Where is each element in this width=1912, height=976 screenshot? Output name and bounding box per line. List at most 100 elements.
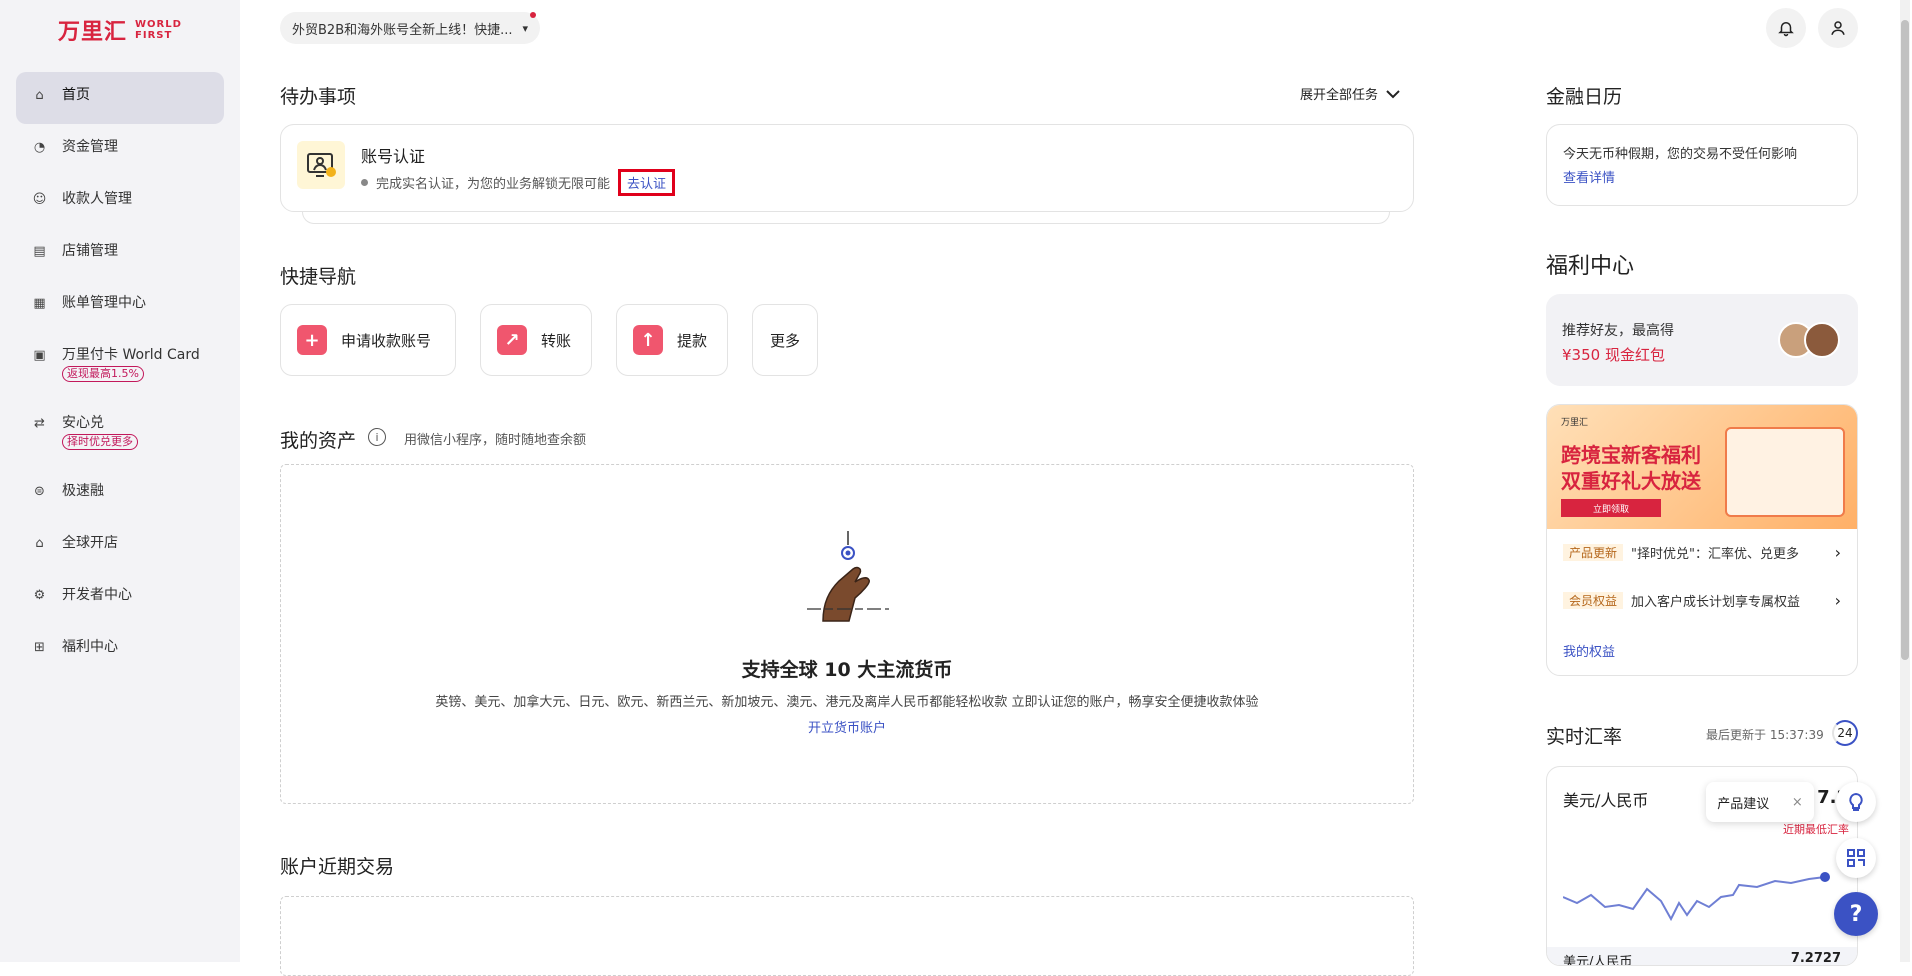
rate-low-note: 近期最低汇率 [1783,823,1849,836]
chevron-right-icon: › [1834,591,1841,610]
chevron-down-icon [1386,89,1400,98]
assets-empty-panel: 支持全球 10 大主流货币 英镑、美元、加拿大元、日元、欧元、新西兰元、新加坡元… [280,464,1414,804]
calendar-card: 今天无币种假期，您的交易不受任何影响 查看详情 [1546,124,1858,206]
close-icon[interactable]: × [1792,795,1803,810]
assets-hint: 用微信小程序，随时随地查余额 [404,433,587,448]
sidebar-item-payee[interactable]: ☺ 收款人管理 [16,176,224,228]
sidebar-item-global-shop[interactable]: ⌂ 全球开店 [16,520,224,572]
sidebar-item-label: 资金管理 [62,139,118,155]
avatar [1804,322,1840,358]
sidebar: 万里汇 WORLD FIRST ⌂ 首页 ◔ 资金管理 ☺ 收款人管理 ▤ 店铺… [0,0,240,962]
bullet-dot [361,179,368,186]
sidebar-item-label: 安心兑 [62,415,104,431]
suggestion-label: 产品建议 [1717,796,1770,812]
button-label: 更多 [769,331,800,350]
suggestion-popover[interactable]: 产品建议 × [1706,782,1814,822]
dev-icon: ⚙ [33,588,46,603]
sidebar-item-bill[interactable]: ▦ 账单管理中心 [16,280,224,332]
banner-brand: 万里汇 [1561,418,1589,428]
scrollbar-thumb[interactable] [1901,20,1909,660]
hand-coin-icon [807,531,889,622]
task-desc: 完成实名认证，为您的业务解锁无限可能 [376,177,611,192]
referral-card[interactable]: 推荐好友，最高得 ¥350 现金红包 [1546,294,1858,386]
expand-all-tasks[interactable]: 展开全部任务 [1300,84,1400,103]
assets-title: 我的资产 [280,430,357,452]
card-icon: ▣ [33,348,46,363]
info-icon[interactable]: i [368,428,386,446]
sidebar-item-label: 首页 [62,87,90,103]
storefront-illustration [1725,427,1845,517]
user-icon[interactable] [1818,8,1858,48]
rate-footer-pair: 美元/人民币 [1563,955,1633,966]
sidebar-nav: ⌂ 首页 ◔ 资金管理 ☺ 收款人管理 ▤ 店铺管理 ▦ 账单管理中心 ▣ 万里… [16,72,224,676]
chevron-right-icon: › [1834,543,1841,562]
rate-sparkline [1563,872,1830,922]
news-text: 加入客户成长计划享专属权益 [1631,595,1801,610]
sidebar-item-welfare[interactable]: ⊞ 福利中心 [16,624,224,676]
shop-icon: ⌂ [35,536,44,551]
refresh-countdown: 24 [1832,720,1858,746]
transfer-button[interactable]: ↗ 转账 [480,304,592,376]
button-label: 转账 [541,331,572,350]
sidebar-item-exchange[interactable]: ⇄ 安心兑 择时优兑更多 [16,400,224,468]
sidebar-item-label: 福利中心 [62,639,118,655]
promo-banner[interactable]: 万里汇 跨境宝新客福利 双重好礼大放送 立即领取 [1547,405,1857,529]
help-button[interactable]: ? [1834,892,1878,936]
sidebar-item-store[interactable]: ▤ 店铺管理 [16,228,224,280]
news-item[interactable]: 产品更新 "择时优兑"：汇率优、兑更多 › [1563,543,1841,562]
bill-icon: ▦ [33,296,46,311]
news-tag: 会员权益 [1563,592,1624,609]
brand-name-cn: 万里汇 [58,20,128,45]
bell-icon[interactable] [1766,8,1806,48]
recent-panel [280,896,1414,976]
rates-updated: 最后更新于 15:37:39 [1706,728,1824,742]
sidebar-item-label: 万里付卡 World Card [62,347,200,363]
news-item[interactable]: 会员权益 加入客户成长计划享专属权益 › [1563,591,1841,610]
transfer-icon: ↗ [497,325,527,355]
gift-icon: ⊞ [34,640,45,655]
avatar-group [1778,322,1840,358]
announcement-bar[interactable]: 外贸B2B和海外账号全新上线！快捷... ▾ [280,12,541,44]
verify-icon [297,141,345,189]
more-button[interactable]: 更多 [752,304,818,376]
sidebar-item-label: 开发者中心 [62,587,132,603]
news-tag: 产品更新 [1563,544,1624,561]
withdraw-button[interactable]: ↑ 提款 [616,304,728,376]
promo-badge: 择时优兑更多 [62,434,138,450]
person-icon: ☺ [32,192,47,207]
verify-link[interactable]: 去认证 [618,169,676,196]
brand-name-en: WORLD FIRST [135,19,182,41]
home-icon: ⌂ [35,88,44,103]
sidebar-item-fund[interactable]: ◔ 资金管理 [16,124,224,176]
fund-icon: ◔ [33,140,46,155]
empty-desc: 英镑、美元、加拿大元、日元、欧元、新西兰元、新加坡元、澳元、港元及离岸人民币都能… [435,695,1259,710]
welfare-news-card: 万里汇 跨境宝新客福利 双重好礼大放送 立即领取 产品更新 "择时优兑"：汇率优、… [1546,404,1858,676]
banner-line1: 跨境宝新客福利 [1561,443,1701,467]
sidebar-item-finance[interactable]: ⊜ 极速融 [16,468,224,520]
promo-badge: 返现最高1.5% [62,366,144,382]
qr-code-icon[interactable] [1836,838,1876,878]
sidebar-item-world-card[interactable]: ▣ 万里付卡 World Card 返现最高1.5% [16,332,224,400]
task-card: 账号认证 完成实名认证，为您的业务解锁无限可能 去认证 [280,124,1414,212]
sidebar-item-developer[interactable]: ⚙ 开发者中心 [16,572,224,624]
task-title: 账号认证 [361,147,426,166]
expand-label: 展开全部任务 [1300,88,1379,103]
withdraw-icon: ↑ [633,325,663,355]
sidebar-item-home[interactable]: ⌂ 首页 [16,72,224,124]
calendar-text: 今天无币种假期，您的交易不受任何影响 [1563,147,1798,162]
welfare-title: 福利中心 [1546,254,1635,279]
open-currency-link[interactable]: 开立货币账户 [281,717,1413,736]
my-benefits-link[interactable]: 我的权益 [1563,641,1615,660]
announcement-text: 外贸B2B和海外账号全新上线！快捷... [292,22,513,38]
calendar-detail-link[interactable]: 查看详情 [1563,167,1615,186]
apply-account-button[interactable]: + 申请收款账号 [280,304,456,376]
referral-text: 推荐好友，最高得 [1562,323,1674,339]
brand-logo[interactable]: 万里汇 WORLD FIRST [58,14,182,46]
news-text: "择时优兑"：汇率优、兑更多 [1631,547,1799,562]
button-label: 申请收款账号 [341,331,432,350]
banner-line2: 双重好礼大放送 [1561,469,1701,493]
banner-cta[interactable]: 立即领取 [1561,499,1661,517]
lightbulb-icon[interactable] [1836,782,1876,822]
rate-footer-value: 7.2727 [1790,951,1841,966]
todo-title: 待办事项 [280,86,357,108]
